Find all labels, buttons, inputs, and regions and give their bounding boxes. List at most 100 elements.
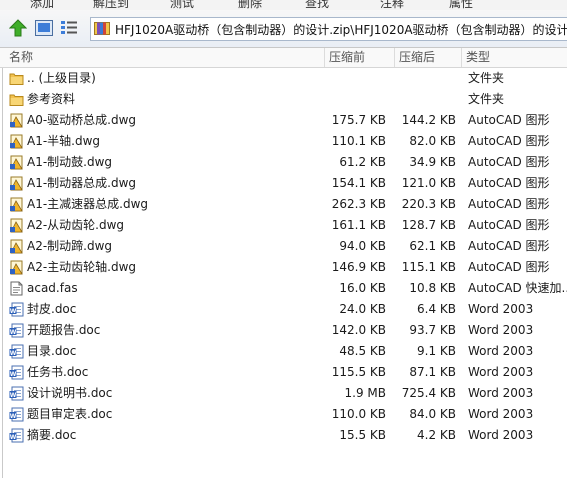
file-row[interactable]: .. (上级目录) 文件夹 [0, 68, 567, 89]
doc-icon: W [9, 344, 24, 359]
up-arrow-icon[interactable] [8, 18, 28, 38]
toolbar-comment-button[interactable]: 注释 [380, 0, 404, 10]
file-row[interactable]: W 摘要.doc 15.5 KB 4.2 KB Word 2003 [0, 425, 567, 446]
file-name: A2-主动齿轮轴.dwg [27, 260, 137, 274]
view-details-icon[interactable] [34, 18, 54, 38]
toolbar-extract-button[interactable]: 解压到 [93, 0, 129, 10]
file-name: 目录.doc [27, 344, 77, 358]
file-size: 146.9 KB [331, 260, 386, 274]
file-type: AutoCAD 图形 [468, 218, 550, 232]
file-row[interactable]: 参考资料 文件夹 [0, 89, 567, 110]
dwg-icon [9, 260, 24, 275]
column-header-packed[interactable]: 压缩后 [395, 48, 462, 67]
doc-icon: W [9, 386, 24, 401]
file-row[interactable]: W 设计说明书.doc 1.9 MB 725.4 KB Word 2003 [0, 383, 567, 404]
folder-icon [9, 92, 24, 107]
file-type: AutoCAD 图形 [468, 176, 550, 190]
file-row[interactable]: W 封皮.doc 24.0 KB 6.4 KB Word 2003 [0, 299, 567, 320]
file-name: acad.fas [27, 281, 78, 295]
file-size: 142.0 KB [331, 323, 386, 337]
file-name: 封皮.doc [27, 302, 77, 316]
file-name: 参考资料 [27, 92, 76, 106]
file-row[interactable]: W 目录.doc 48.5 KB 9.1 KB Word 2003 [0, 341, 567, 362]
file-size: 262.3 KB [331, 197, 386, 211]
zip-archive-icon [94, 22, 110, 35]
file-type: Word 2003 [468, 428, 534, 442]
file-row[interactable]: A1-制动器总成.dwg 154.1 KB 121.0 KB AutoCAD 图形 [0, 173, 567, 194]
address-bar: HFJ1020A驱动桥（包含制动器）的设计.zip\HFJ1020A驱动桥（包含… [0, 10, 567, 48]
svg-text:W: W [10, 434, 17, 441]
file-type: Word 2003 [468, 344, 534, 358]
file-packed-size: 220.3 KB [401, 197, 456, 211]
file-size: 110.0 KB [331, 407, 386, 421]
file-size: 175.7 KB [331, 113, 386, 127]
file-size: 1.9 MB [344, 386, 386, 400]
doc-icon: W [9, 323, 24, 338]
file-size: 94.0 KB [339, 239, 386, 253]
file-name: A2-从动齿轮.dwg [27, 218, 125, 232]
file-row[interactable]: W 题目审定表.doc 110.0 KB 84.0 KB Word 2003 [0, 404, 567, 425]
file-packed-size: 84.0 KB [409, 407, 456, 421]
svg-text:W: W [10, 329, 17, 336]
file-size: 110.1 KB [331, 134, 386, 148]
file-row[interactable]: A2-从动齿轮.dwg 161.1 KB 128.7 KB AutoCAD 图形 [0, 215, 567, 236]
file-name: A1-制动鼓.dwg [27, 155, 113, 169]
dwg-icon [9, 155, 24, 170]
column-header-type[interactable]: 类型 [462, 48, 567, 67]
dwg-icon [9, 134, 24, 149]
view-list-icon[interactable] [59, 18, 79, 38]
column-header-row: 名称 压缩前 压缩后 类型 [0, 48, 567, 68]
file-packed-size: 93.7 KB [409, 323, 456, 337]
file-size: 15.5 KB [339, 428, 386, 442]
doc-icon: W [9, 428, 24, 443]
toolbar-find-button[interactable]: 查找 [305, 0, 329, 10]
fas-icon [9, 281, 24, 296]
address-path-text: HFJ1020A驱动桥（包含制动器）的设计.zip\HFJ1020A驱动桥（包含… [115, 23, 567, 37]
file-row[interactable]: A2-制动蹄.dwg 94.0 KB 62.1 KB AutoCAD 图形 [0, 236, 567, 257]
file-row[interactable]: W 开题报告.doc 142.0 KB 93.7 KB Word 2003 [0, 320, 567, 341]
file-name: A0-驱动桥总成.dwg [27, 113, 137, 127]
file-packed-size: 34.9 KB [409, 155, 456, 169]
file-name: A1-主减速器总成.dwg [27, 197, 149, 211]
file-row[interactable]: A1-半轴.dwg 110.1 KB 82.0 KB AutoCAD 图形 [0, 131, 567, 152]
doc-icon: W [9, 365, 24, 380]
toolbar-add-button[interactable]: 添加 [30, 0, 54, 10]
file-name: 摘要.doc [27, 428, 77, 442]
dwg-icon [9, 176, 24, 191]
file-row[interactable]: A0-驱动桥总成.dwg 175.7 KB 144.2 KB AutoCAD 图形 [0, 110, 567, 131]
folder-icon [9, 71, 24, 86]
file-type: AutoCAD 图形 [468, 260, 550, 274]
file-packed-size: 128.7 KB [401, 218, 456, 232]
file-type: Word 2003 [468, 407, 534, 421]
svg-text:W: W [10, 392, 17, 399]
file-size: 115.5 KB [331, 365, 386, 379]
toolbar-properties-button[interactable]: 属性 [449, 0, 473, 10]
file-row[interactable]: A2-主动齿轮轴.dwg 146.9 KB 115.1 KB AutoCAD 图形 [0, 257, 567, 278]
file-type: AutoCAD 图形 [468, 155, 550, 169]
column-header-name[interactable]: 名称 [5, 48, 325, 67]
file-size: 24.0 KB [339, 302, 386, 316]
file-name: A1-制动器总成.dwg [27, 176, 137, 190]
file-type: 文件夹 [468, 92, 505, 106]
doc-icon: W [9, 302, 24, 317]
file-packed-size: 725.4 KB [401, 386, 456, 400]
toolbar-delete-button[interactable]: 删除 [238, 0, 262, 10]
file-packed-size: 62.1 KB [409, 239, 456, 253]
file-name: 开题报告.doc [27, 323, 101, 337]
file-row[interactable]: W 任务书.doc 115.5 KB 87.1 KB Word 2003 [0, 362, 567, 383]
file-packed-size: 10.8 KB [409, 281, 456, 295]
svg-text:W: W [10, 413, 17, 420]
file-packed-size: 4.2 KB [417, 428, 456, 442]
address-path-field[interactable]: HFJ1020A驱动桥（包含制动器）的设计.zip\HFJ1020A驱动桥（包含… [90, 17, 567, 41]
column-header-size[interactable]: 压缩前 [325, 48, 395, 67]
file-packed-size: 6.4 KB [417, 302, 456, 316]
file-packed-size: 9.1 KB [417, 344, 456, 358]
file-size: 154.1 KB [331, 176, 386, 190]
file-row[interactable]: A1-制动鼓.dwg 61.2 KB 34.9 KB AutoCAD 图形 [0, 152, 567, 173]
toolbar-test-button[interactable]: 测试 [170, 0, 194, 10]
file-row[interactable]: acad.fas 16.0 KB 10.8 KB AutoCAD 快速加... [0, 278, 567, 299]
svg-text:W: W [10, 308, 17, 315]
file-size: 48.5 KB [339, 344, 386, 358]
file-type: AutoCAD 图形 [468, 197, 550, 211]
file-row[interactable]: A1-主减速器总成.dwg 262.3 KB 220.3 KB AutoCAD 图形 [0, 194, 567, 215]
